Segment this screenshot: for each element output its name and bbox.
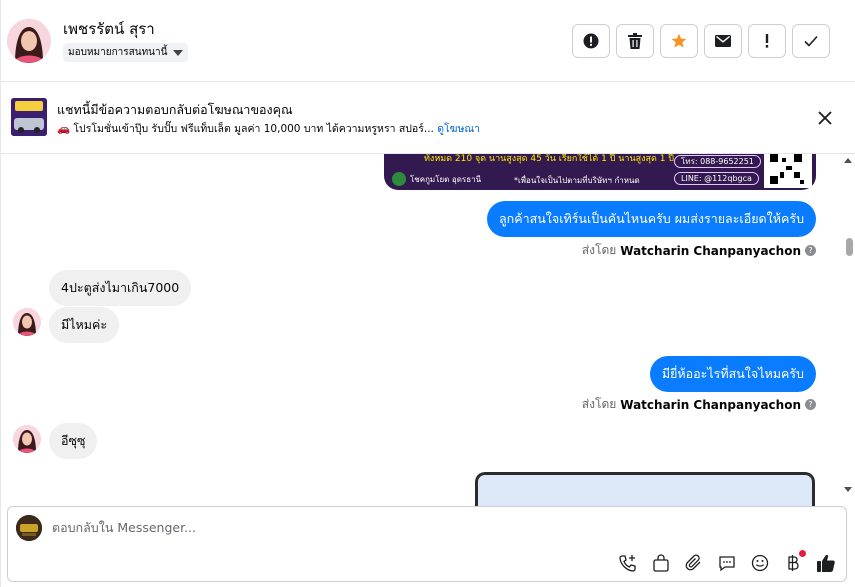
shopping-bag-icon	[653, 554, 669, 572]
image-attachment[interactable]	[475, 472, 815, 506]
payment-button[interactable]	[783, 550, 806, 573]
close-icon	[818, 111, 832, 125]
ad-text: 🚗 โปรโมชั่นเข้าปุ๊บ รับปั๊บ ฟรีแท็บเล็ต …	[57, 123, 434, 135]
contact-avatar-small	[13, 425, 41, 453]
dealer-logo-icon	[392, 172, 406, 186]
call-request-button[interactable]	[618, 553, 638, 573]
message-thread: ทั้งหมด 210 จุด นานสูงสุด 45 วัน เรียกใช…	[1, 154, 855, 506]
delete-button[interactable]	[616, 24, 654, 58]
checkmark-icon	[804, 35, 818, 47]
message-bubble-incoming[interactable]: อีซุซุ	[49, 423, 98, 459]
message-bubble-outgoing[interactable]: ลูกค้าสนใจเทิร์นเป็นคันไหนครับ ผมส่งรายล…	[487, 201, 816, 237]
help-icon[interactable]: ?	[805, 245, 816, 256]
sent-by-prefix: ส่งโดย	[581, 397, 617, 411]
scroll-down-arrow-icon[interactable]	[844, 487, 852, 492]
ad-thumbnail[interactable]	[11, 98, 47, 136]
follow-up-button[interactable]	[748, 24, 786, 58]
ad-phone: โทร: 088-9652251	[674, 155, 761, 168]
like-button[interactable]	[816, 553, 836, 573]
assign-conversation-dropdown[interactable]: มอบหมายการสนทนานี้	[63, 43, 189, 62]
smiley-icon	[751, 554, 769, 572]
saved-replies-button[interactable]	[717, 553, 737, 573]
alert-circle-icon	[583, 33, 599, 49]
sent-by-label: ส่งโดย Watcharin Chanpanyachon ?	[582, 241, 816, 260]
shop-button[interactable]	[651, 553, 671, 573]
contact-name[interactable]: เพชรรัตน์ สุรา	[63, 19, 188, 39]
composer-toolbar	[618, 550, 836, 573]
conversation-header: เพชรรัตน์ สุรา มอบหมายการสนทนานี้	[1, 0, 855, 82]
message-bubble-outgoing[interactable]: มียี่ห้ออะไรที่สนใจไหมครับ	[649, 356, 816, 392]
sent-by-prefix: ส่งโดย	[581, 243, 617, 257]
message-bubble-incoming[interactable]: มีไหมค่ะ	[49, 307, 120, 343]
ad-line: LINE: @112qbgca	[674, 172, 759, 185]
sent-by-agent: Watcharin Chanpanyachon	[620, 397, 801, 412]
sent-by-agent: Watcharin Chanpanyachon	[620, 243, 801, 258]
close-banner-button[interactable]	[816, 109, 834, 127]
emoji-button[interactable]	[750, 553, 770, 573]
page-avatar	[16, 515, 42, 541]
assign-label: มอบหมายการสนทนานี้	[68, 47, 168, 58]
chat-bubble-icon	[719, 556, 735, 572]
star-icon	[671, 33, 687, 48]
qr-code-icon	[764, 154, 812, 188]
reply-input[interactable]	[52, 520, 652, 535]
help-icon[interactable]: ?	[805, 399, 816, 410]
baht-icon	[788, 555, 799, 571]
header-actions	[572, 24, 830, 58]
thumbs-up-icon	[817, 554, 835, 572]
message-bubble-incoming[interactable]: 4ปะตูส่งไมาเกิน7000	[49, 270, 192, 306]
phone-plus-icon	[619, 555, 636, 572]
exclamation-icon	[765, 34, 769, 48]
ad-tagline: *เพื่อนใจเป็นไปตามที่บริษัทฯ กำหนด	[514, 176, 640, 185]
star-button[interactable]	[660, 24, 698, 58]
banner-title: แชทนี้มีข้อความตอบกลับต่อโฆษณาของคุณ	[57, 102, 293, 117]
paperclip-icon	[685, 554, 701, 571]
scroll-up-arrow-icon[interactable]	[844, 158, 852, 163]
view-ad-link[interactable]: ดูโฆษณา	[437, 123, 480, 135]
ad-brand: โชคกูมโยต อุดรธานี	[410, 175, 482, 184]
mark-spam-button[interactable]	[572, 24, 610, 58]
scroll-thumb[interactable]	[846, 238, 853, 256]
reply-composer	[7, 506, 847, 582]
inbox-conversation: เพชรรัตน์ สุรา มอบหมายการสนทนานี้ แชทนี้…	[0, 0, 855, 587]
ad-image-attachment[interactable]: ทั้งหมด 210 จุด นานสูงสุด 45 วัน เรียกใช…	[384, 154, 816, 190]
sent-by-label: ส่งโดย Watcharin Chanpanyachon ?	[582, 395, 816, 414]
envelope-icon	[715, 35, 731, 47]
banner-subtitle: 🚗 โปรโมชั่นเข้าปุ๊บ รับปั๊บ ฟรีแท็บเล็ต …	[57, 120, 480, 137]
contact-avatar-small	[13, 308, 41, 336]
header-text: เพชรรัตน์ สุรา มอบหมายการสนทนานี้	[63, 19, 189, 62]
attach-button[interactable]	[684, 553, 704, 573]
mark-done-button[interactable]	[792, 24, 830, 58]
chat-scrollbar[interactable]	[841, 154, 855, 494]
contact-avatar[interactable]	[7, 18, 51, 63]
ad-reply-banner: แชทนี้มีข้อความตอบกลับต่อโฆษณาของคุณ 🚗 โ…	[1, 82, 855, 154]
mark-unread-button[interactable]	[704, 24, 742, 58]
caret-down-icon	[173, 49, 184, 56]
notification-dot	[799, 550, 806, 557]
trash-icon	[628, 33, 642, 49]
